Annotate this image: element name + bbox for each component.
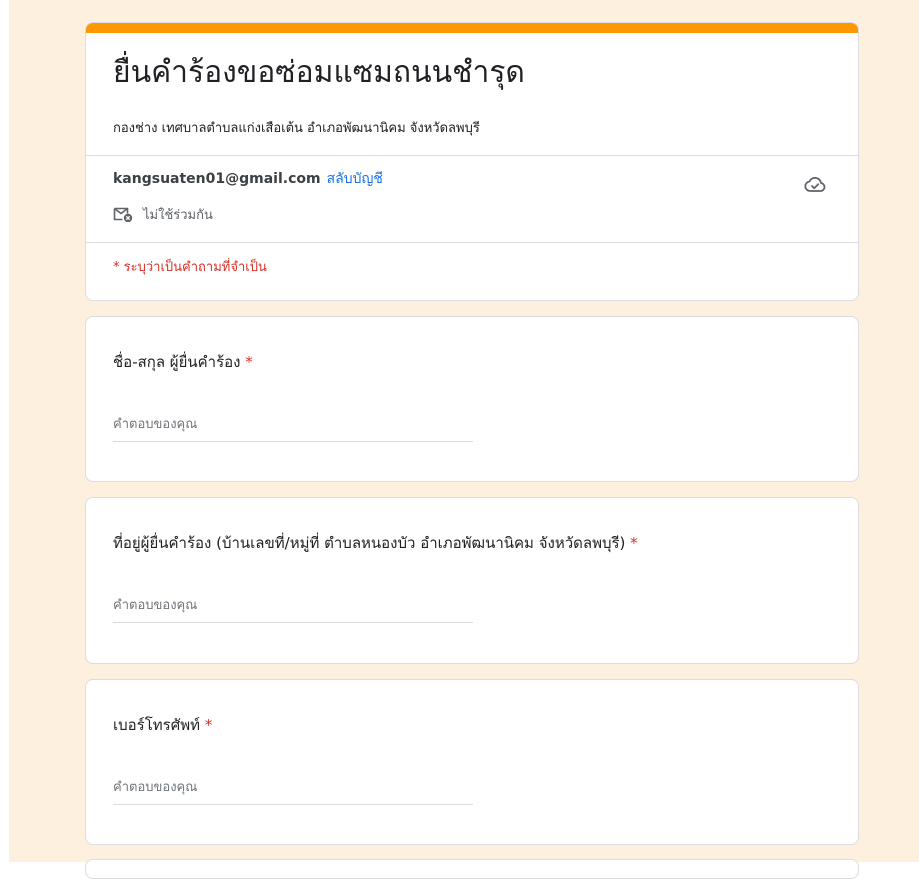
question-card-name: ชื่อ-สกุล ผู้ยื่นคำร้อง * (85, 316, 859, 482)
next-question-card (85, 859, 859, 879)
name-input[interactable] (113, 412, 473, 442)
question-label: เบอร์โทรศัพท์ * (113, 713, 212, 737)
question-text: ที่อยู่ผู้ยื่นคำร้อง (บ้านเลขที่/หมู่ที่… (113, 534, 626, 552)
required-asterisk: * (630, 534, 638, 552)
form-title: ยื่นคำร้องขอซ่อมแซมถนนชำรุด (113, 55, 525, 90)
header-divider (86, 155, 858, 156)
account-divider (86, 242, 858, 243)
form-header-card: ยื่นคำร้องขอซ่อมแซมถนนชำรุด กองช่าง เทศบ… (85, 22, 859, 301)
required-asterisk: * (245, 353, 253, 371)
question-text: เบอร์โทรศัพท์ (113, 716, 201, 734)
mail-off-icon (113, 207, 133, 222)
header-accent-bar (86, 23, 858, 33)
left-margin (0, 0, 9, 862)
cloud-check-icon (804, 176, 826, 192)
required-asterisk: * (204, 716, 213, 734)
question-label: ที่อยู่ผู้ยื่นคำร้อง (บ้านเลขที่/หมู่ที่… (113, 531, 638, 555)
question-card-phone: เบอร์โทรศัพท์ * (85, 679, 859, 845)
required-note: * ระบุว่าเป็นคำถามที่จำเป็น (113, 260, 267, 275)
account-email: kangsuaten01@gmail.com (113, 171, 321, 187)
question-card-address: ที่อยู่ผู้ยื่นคำร้อง (บ้านเลขที่/หมู่ที่… (85, 497, 859, 664)
phone-input[interactable] (113, 775, 473, 805)
switch-account-link[interactable]: สลับบัญชี (327, 171, 383, 187)
not-shared-label: ไม่ใช้ร่วมกัน (143, 207, 213, 223)
not-shared-row: ไม่ใช้ร่วมกัน (113, 203, 213, 225)
question-label: ชื่อ-สกุล ผู้ยื่นคำร้อง * (113, 350, 253, 374)
account-row: kangsuaten01@gmail.com สลับบัญชี (113, 169, 383, 189)
question-text: ชื่อ-สกุล ผู้ยื่นคำร้อง (113, 353, 241, 371)
form-description: กองช่าง เทศบาลตำบลแก่งเสือเต้น อำเภอพัฒน… (113, 121, 480, 136)
address-input[interactable] (113, 593, 473, 623)
form-page: ยื่นคำร้องขอซ่อมแซมถนนชำรุด กองช่าง เทศบ… (0, 0, 919, 879)
